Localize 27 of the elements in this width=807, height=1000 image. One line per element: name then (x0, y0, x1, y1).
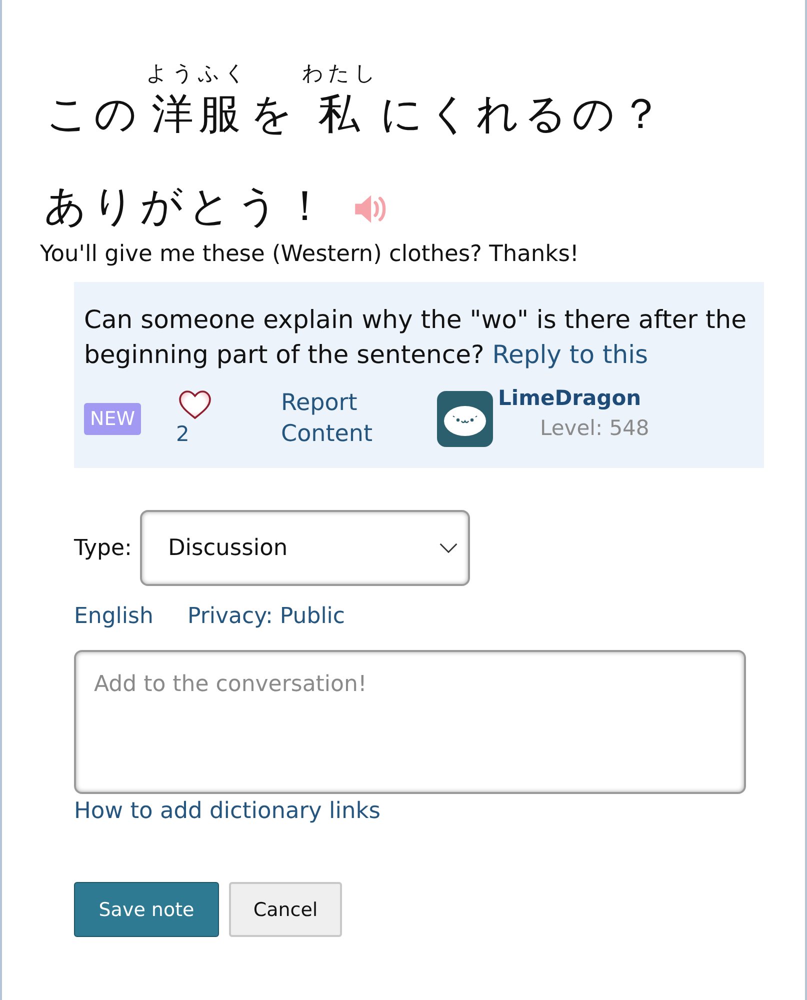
japanese-text: を (250, 88, 298, 140)
furigana-text: わたし (301, 60, 380, 86)
privacy-link[interactable]: Privacy: Public (187, 602, 346, 632)
language-link[interactable]: English (74, 602, 154, 632)
kanji-text: 洋服 (150, 88, 246, 140)
japanese-text: にくれるの？ (380, 88, 667, 140)
kanji-text: 私 (317, 88, 365, 140)
chevron-down-icon (438, 543, 458, 553)
japanese-text: ありがとう！ (44, 180, 331, 232)
note-text: Can someone explain why the "wo" is there after the beginning part of the sentence? Reply to this (84, 304, 748, 371)
new-badge: NEW (84, 403, 142, 435)
cancel-button[interactable]: Cancel (229, 882, 342, 937)
comment-field[interactable]: Add to the conversation! (74, 650, 746, 794)
author-level: Level: 548 (539, 415, 650, 442)
type-label: Type: (74, 536, 132, 560)
author-name[interactable]: LimeDragon (498, 383, 650, 413)
avatar-icon[interactable] (437, 391, 494, 447)
furigana-text: ようふく (145, 60, 250, 86)
type-select[interactable]: Discussion (140, 510, 470, 586)
help-link[interactable]: How to add dictionary links (74, 796, 381, 826)
translation-text: You'll give me these (Western) clothes? Thanks! (40, 240, 580, 268)
report-link[interactable]: Report Content (281, 388, 394, 450)
like-count: 2 (176, 421, 190, 448)
save-note-button[interactable]: Save note (74, 882, 219, 937)
japanese-text: この (46, 88, 142, 140)
reply-link[interactable]: Reply to this (492, 340, 648, 369)
heart-icon[interactable] (178, 390, 212, 420)
